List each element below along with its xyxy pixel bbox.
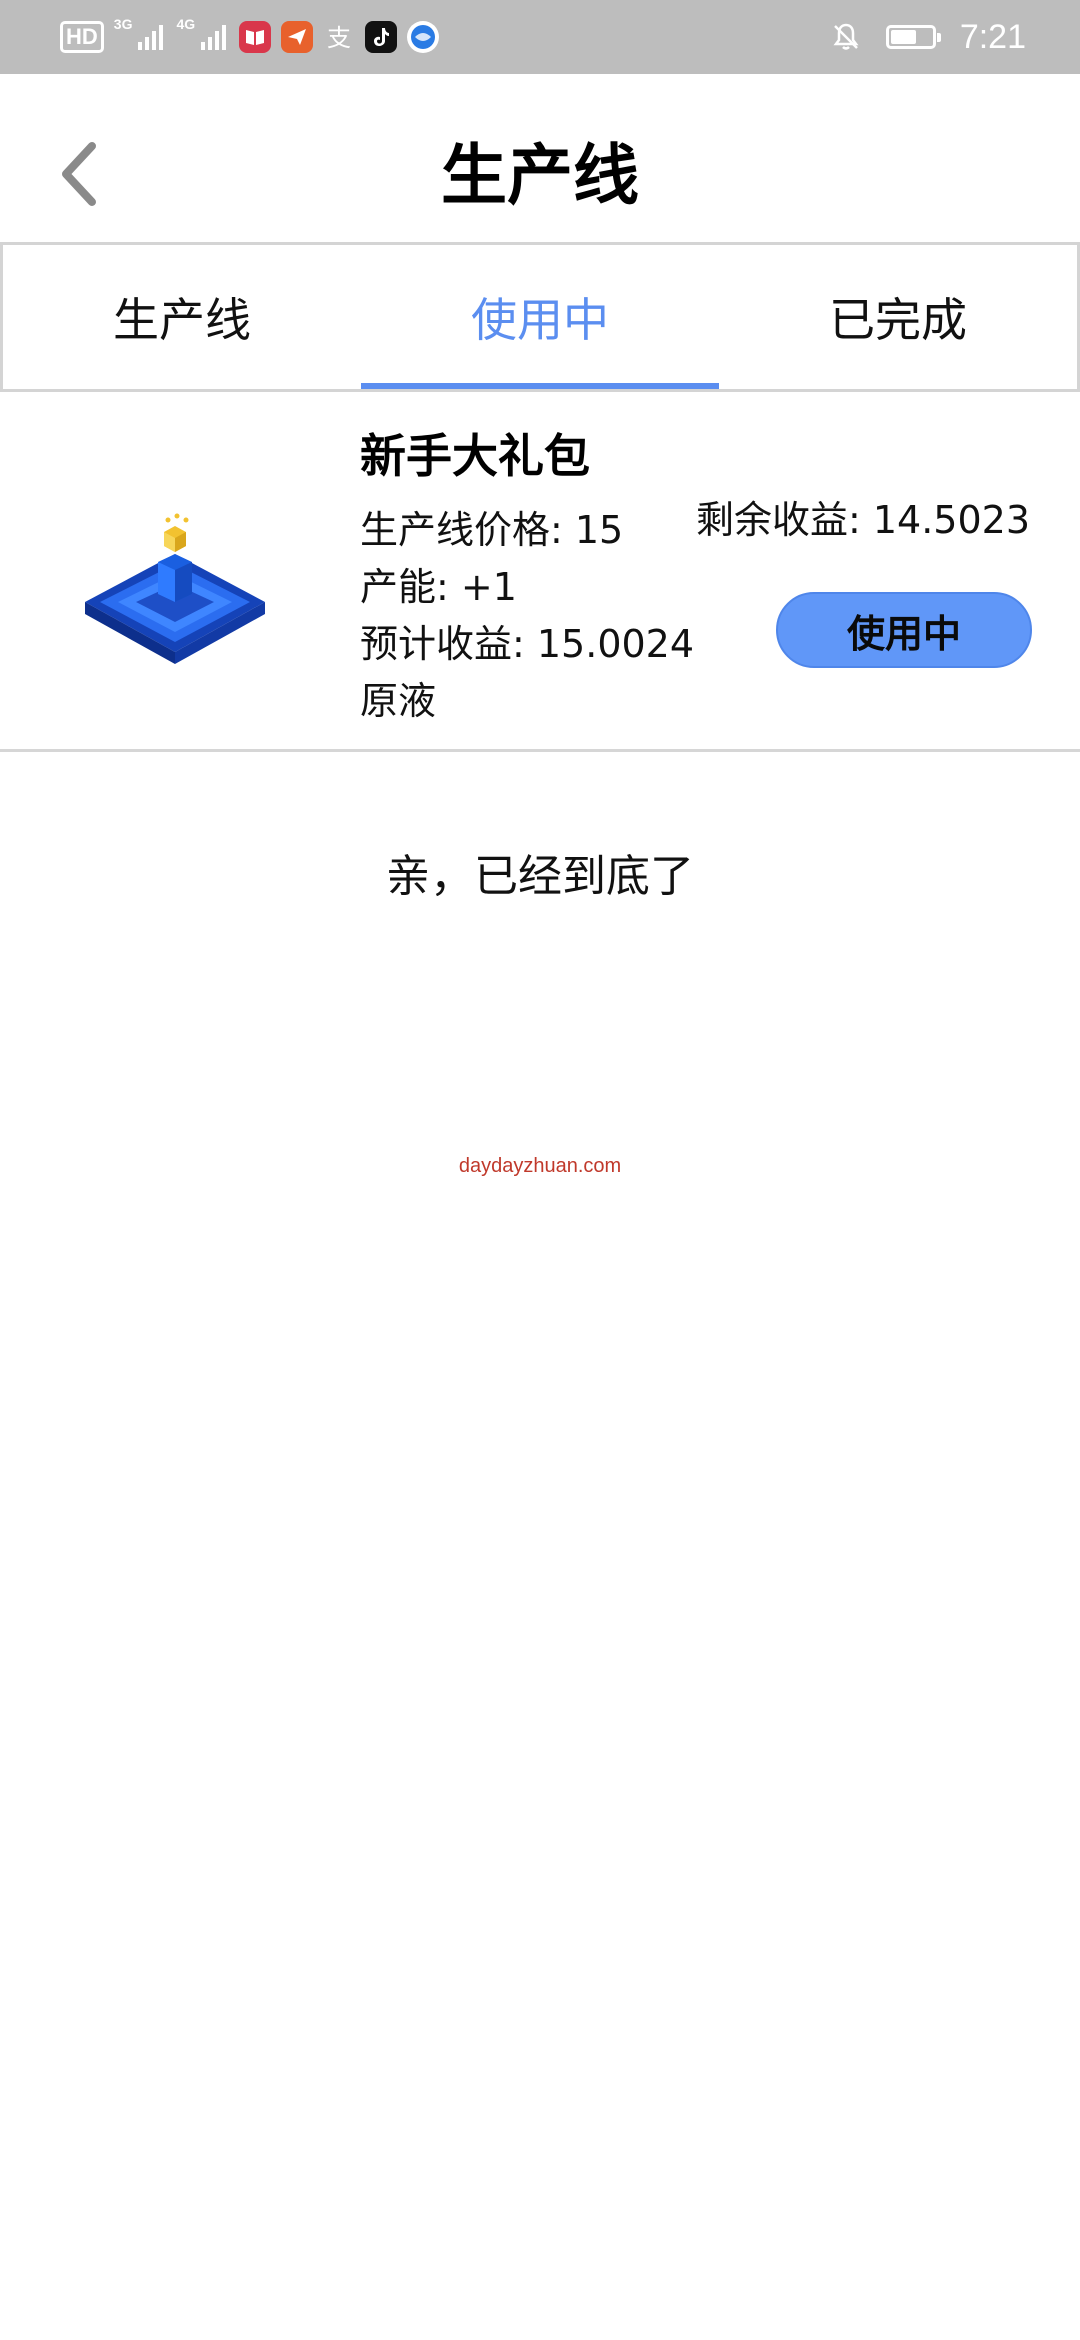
product-name: 新手大礼包	[360, 429, 590, 483]
header: 生产线	[0, 74, 1080, 242]
status-bar: HD 3G 4G 支 7:21	[0, 0, 1080, 74]
page-title: 生产线	[441, 137, 639, 214]
clock: 7:21	[959, 17, 1026, 56]
tab-bar: 生产线 使用中 已完成	[0, 242, 1080, 392]
active-tab-indicator	[361, 383, 719, 389]
product-image	[80, 502, 270, 672]
network-type-4g: 4G	[176, 16, 196, 32]
battery-icon	[885, 25, 941, 49]
tab-label: 使用中	[471, 293, 609, 347]
watermark: daydayzhuan.com	[458, 1155, 622, 1177]
in-use-button[interactable]: 使用中	[776, 592, 1032, 668]
bell-off-icon	[833, 23, 859, 50]
end-of-list-text: 亲，已经到底了	[386, 851, 694, 902]
tab-label: 已完成	[829, 293, 967, 347]
paper-plane-app-icon	[281, 21, 314, 53]
tab-label: 生产线	[113, 293, 251, 347]
signal-icon	[201, 25, 227, 50]
book-app-icon	[239, 21, 272, 53]
svg-text:支: 支	[327, 24, 351, 52]
tab-completed[interactable]: 已完成	[719, 245, 1077, 389]
product-capacity: 产能: +1	[360, 565, 517, 609]
alipay-icon: 支	[323, 21, 355, 53]
tiktok-icon	[365, 21, 398, 53]
product-expected-income: 预计收益: 15.0024	[360, 622, 695, 666]
product-price: 生产线价格: 15	[360, 508, 624, 552]
status-bar-left: HD 3G 4G 支	[60, 16, 440, 58]
production-line-illustration	[85, 513, 265, 664]
tab-in-use[interactable]: 使用中	[361, 245, 719, 389]
battery-level	[890, 30, 916, 44]
signal-icon	[138, 25, 164, 50]
browser-icon	[407, 21, 440, 53]
network-type-3g: 3G	[113, 16, 133, 32]
product-info: 新手大礼包 生产线价格: 15 产能: +1 预计收益: 15.0024 原液	[360, 422, 720, 730]
product-material: 原液	[360, 679, 437, 723]
product-card: 新手大礼包 生产线价格: 15 产能: +1 预计收益: 15.0024 原液 …	[0, 392, 1080, 752]
tab-production-line[interactable]: 生产线	[3, 245, 361, 389]
remaining-income: 剩余收益: 14.5023	[695, 498, 1030, 542]
hd-indicator: HD	[60, 21, 104, 53]
status-bar-right: 7:21	[830, 12, 1026, 62]
